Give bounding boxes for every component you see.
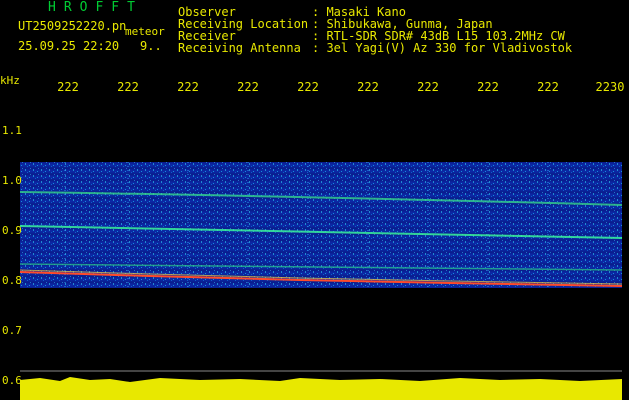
activity-bar — [20, 377, 622, 400]
frequency-tick: 1.1 — [2, 124, 22, 137]
frequency-tick: 0.7 — [2, 324, 22, 337]
frequency-tick: 1.0 — [2, 174, 22, 187]
frequency-tick: 0.6 — [2, 374, 22, 387]
time-tick: 222 — [297, 80, 319, 94]
frequency-tick: 0.9 — [2, 224, 22, 237]
time-tick: 222 — [417, 80, 439, 94]
time-tick: 222 — [177, 80, 199, 94]
time-tick: 222 — [537, 80, 559, 94]
time-axis: 222 222 222 222 222 222 222 222 222 2230 — [0, 80, 629, 94]
frequency-axis: 1.1 1.0 0.9 0.8 0.7 0.6 — [0, 0, 22, 400]
time-tick: 222 — [237, 80, 259, 94]
time-tick: 222 — [117, 80, 139, 94]
time-tick: 222 — [477, 80, 499, 94]
spectrogram — [19, 162, 623, 400]
time-tick: 222 — [57, 80, 79, 94]
time-tick: 2230 — [595, 80, 625, 94]
time-tick: 222 — [357, 80, 379, 94]
frequency-tick: 0.8 — [2, 274, 22, 287]
